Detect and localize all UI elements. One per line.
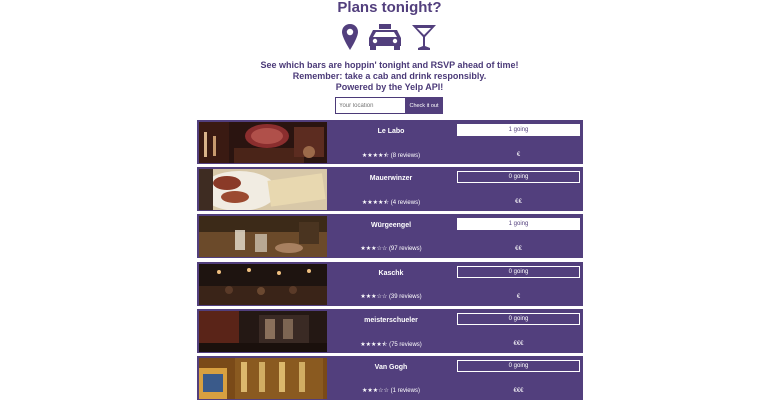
price-level: €€	[515, 246, 522, 253]
going-button[interactable]: 1 going	[457, 124, 580, 136]
bar-name[interactable]: Würgeengel	[328, 222, 454, 229]
going-button[interactable]: 0 going	[457, 312, 580, 325]
bar-photo	[199, 310, 327, 352]
price-level: €€€	[513, 340, 524, 347]
going-button[interactable]: 0 going	[457, 359, 580, 372]
bar-photo	[199, 357, 327, 399]
bar-name[interactable]: Van Gogh	[328, 364, 454, 371]
review-count: (97 reviews)	[388, 246, 422, 253]
bar-photo	[199, 122, 327, 163]
review-count: (4 reviews)	[390, 200, 421, 207]
bar-rating: ★★★★⯪ (75 reviews)	[328, 340, 454, 350]
bar-card: meisterschueler ★★★★⯪ (75 reviews) 0 goi…	[197, 308, 583, 353]
bar-photo	[199, 263, 327, 305]
page-title: Plans tonight?	[337, 0, 442, 16]
price-level: €	[516, 152, 521, 158]
tagline-line-1: See which bars are hoppin' tonight and R…	[260, 60, 519, 70]
taxi-icon	[368, 24, 401, 50]
location-input[interactable]	[335, 97, 407, 114]
bar-list: Le Labo ★★★★⯪ (8 reviews) 1 going € Maue…	[197, 120, 583, 403]
bar-name[interactable]: Kaschk	[328, 270, 454, 277]
bar-card: Würgeengel ★★★☆☆ (97 reviews) 1 going €€	[197, 214, 583, 259]
going-button[interactable]: 1 going	[457, 218, 580, 231]
bar-card: Kaschk ★★★☆☆ (39 reviews) 0 going €	[197, 261, 583, 306]
star-rating-icon: ★★★★⯪	[361, 153, 390, 159]
going-button[interactable]: 0 going	[457, 171, 580, 184]
price-level: €€€	[513, 387, 524, 394]
bar-name[interactable]: Mauerwinzer	[328, 175, 454, 182]
bar-name[interactable]: Le Labo	[328, 128, 454, 135]
check-it-out-button[interactable]: Check it out	[405, 97, 443, 114]
review-count: (75 reviews)	[389, 341, 422, 348]
price-level: €€	[515, 199, 522, 206]
bar-rating: ★★★★⯪ (4 reviews)	[328, 198, 454, 208]
bar-rating: ★★★☆☆ (97 reviews)	[328, 245, 454, 252]
going-button[interactable]: 0 going	[457, 265, 580, 278]
bar-photo	[199, 169, 327, 211]
bar-rating: ★★★★⯪ (8 reviews)	[328, 151, 454, 161]
star-rating-icon: ★★★★⯪	[360, 341, 388, 348]
bar-photo	[199, 216, 327, 258]
star-rating-icon: ★★★☆☆	[362, 387, 389, 394]
star-rating-icon: ★★★☆☆	[360, 246, 388, 253]
star-rating-icon: ★★★★⯪	[361, 200, 390, 207]
tagline-line-2: Remember: take a cab and drink responsib…	[292, 71, 487, 81]
bar-rating: ★★★☆☆ (1 reviews)	[328, 387, 454, 394]
review-count: (39 reviews)	[388, 293, 422, 300]
bar-card: Mauerwinzer ★★★★⯪ (4 reviews) 0 going €€	[197, 167, 583, 212]
cocktail-icon	[411, 25, 436, 50]
page: Plans tonight? See which bars are hoppin…	[0, 0, 779, 400]
review-count: (1 reviews)	[390, 387, 420, 394]
price-level: €	[516, 293, 521, 300]
star-rating-icon: ★★★☆☆	[360, 293, 388, 300]
tagline-line-3: Powered by the Yelp API!	[335, 82, 444, 92]
review-count: (8 reviews)	[390, 153, 421, 159]
bar-rating: ★★★☆☆ (39 reviews)	[328, 293, 454, 300]
bar-card: Le Labo ★★★★⯪ (8 reviews) 1 going €	[197, 120, 583, 164]
bar-name[interactable]: meisterschueler	[328, 317, 454, 324]
tagline: See which bars are hoppin' tonight and R…	[0, 60, 779, 93]
map-marker-icon	[342, 24, 359, 50]
icon-row	[0, 24, 779, 50]
bar-card: Van Gogh ★★★☆☆ (1 reviews) 0 going €€€	[197, 355, 583, 400]
